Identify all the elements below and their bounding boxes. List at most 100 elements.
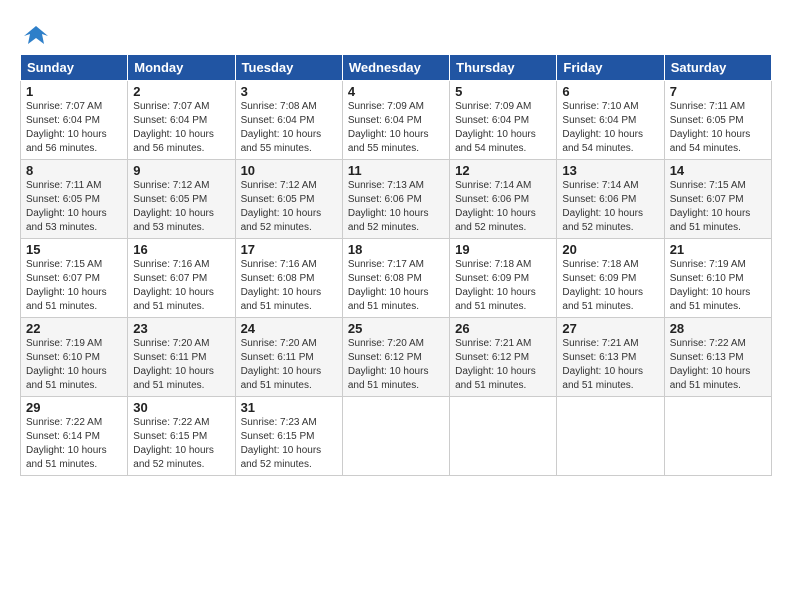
weekday-thursday: Thursday: [450, 55, 557, 81]
calendar-cell: 14Sunrise: 7:15 AM Sunset: 6:07 PM Dayli…: [664, 160, 771, 239]
day-number: 19: [455, 242, 551, 257]
calendar-cell: 18Sunrise: 7:17 AM Sunset: 6:08 PM Dayli…: [342, 239, 449, 318]
day-number: 16: [133, 242, 229, 257]
day-number: 26: [455, 321, 551, 336]
day-number: 24: [241, 321, 337, 336]
calendar-cell: 29Sunrise: 7:22 AM Sunset: 6:14 PM Dayli…: [21, 397, 128, 476]
day-number: 14: [670, 163, 766, 178]
day-info: Sunrise: 7:20 AM Sunset: 6:11 PM Dayligh…: [241, 337, 337, 393]
calendar-cell: 19Sunrise: 7:18 AM Sunset: 6:09 PM Dayli…: [450, 239, 557, 318]
day-number: 5: [455, 84, 551, 99]
calendar-cell: [450, 397, 557, 476]
calendar-cell: 12Sunrise: 7:14 AM Sunset: 6:06 PM Dayli…: [450, 160, 557, 239]
week-row-3: 15Sunrise: 7:15 AM Sunset: 6:07 PM Dayli…: [21, 239, 772, 318]
calendar-cell: 2Sunrise: 7:07 AM Sunset: 6:04 PM Daylig…: [128, 81, 235, 160]
day-info: Sunrise: 7:20 AM Sunset: 6:11 PM Dayligh…: [133, 337, 229, 393]
day-number: 2: [133, 84, 229, 99]
calendar-cell: [342, 397, 449, 476]
calendar-cell: 3Sunrise: 7:08 AM Sunset: 6:04 PM Daylig…: [235, 81, 342, 160]
calendar-cell: 24Sunrise: 7:20 AM Sunset: 6:11 PM Dayli…: [235, 318, 342, 397]
day-number: 21: [670, 242, 766, 257]
weekday-header-row: SundayMondayTuesdayWednesdayThursdayFrid…: [21, 55, 772, 81]
day-info: Sunrise: 7:23 AM Sunset: 6:15 PM Dayligh…: [241, 416, 337, 472]
day-number: 29: [26, 400, 122, 415]
header: [20, 18, 772, 46]
day-info: Sunrise: 7:22 AM Sunset: 6:14 PM Dayligh…: [26, 416, 122, 472]
calendar-cell: 27Sunrise: 7:21 AM Sunset: 6:13 PM Dayli…: [557, 318, 664, 397]
day-number: 15: [26, 242, 122, 257]
calendar-cell: 8Sunrise: 7:11 AM Sunset: 6:05 PM Daylig…: [21, 160, 128, 239]
day-info: Sunrise: 7:14 AM Sunset: 6:06 PM Dayligh…: [455, 179, 551, 235]
day-info: Sunrise: 7:18 AM Sunset: 6:09 PM Dayligh…: [562, 258, 658, 314]
calendar-cell: [557, 397, 664, 476]
calendar-cell: 17Sunrise: 7:16 AM Sunset: 6:08 PM Dayli…: [235, 239, 342, 318]
day-info: Sunrise: 7:11 AM Sunset: 6:05 PM Dayligh…: [26, 179, 122, 235]
day-info: Sunrise: 7:22 AM Sunset: 6:15 PM Dayligh…: [133, 416, 229, 472]
day-info: Sunrise: 7:21 AM Sunset: 6:12 PM Dayligh…: [455, 337, 551, 393]
day-number: 8: [26, 163, 122, 178]
weekday-wednesday: Wednesday: [342, 55, 449, 81]
calendar-cell: [664, 397, 771, 476]
day-info: Sunrise: 7:13 AM Sunset: 6:06 PM Dayligh…: [348, 179, 444, 235]
calendar-cell: 26Sunrise: 7:21 AM Sunset: 6:12 PM Dayli…: [450, 318, 557, 397]
calendar-cell: 23Sunrise: 7:20 AM Sunset: 6:11 PM Dayli…: [128, 318, 235, 397]
calendar-cell: 20Sunrise: 7:18 AM Sunset: 6:09 PM Dayli…: [557, 239, 664, 318]
day-info: Sunrise: 7:16 AM Sunset: 6:08 PM Dayligh…: [241, 258, 337, 314]
calendar-cell: 4Sunrise: 7:09 AM Sunset: 6:04 PM Daylig…: [342, 81, 449, 160]
day-info: Sunrise: 7:18 AM Sunset: 6:09 PM Dayligh…: [455, 258, 551, 314]
calendar-cell: 16Sunrise: 7:16 AM Sunset: 6:07 PM Dayli…: [128, 239, 235, 318]
calendar-cell: 1Sunrise: 7:07 AM Sunset: 6:04 PM Daylig…: [21, 81, 128, 160]
day-info: Sunrise: 7:09 AM Sunset: 6:04 PM Dayligh…: [348, 100, 444, 156]
day-number: 1: [26, 84, 122, 99]
calendar-cell: 13Sunrise: 7:14 AM Sunset: 6:06 PM Dayli…: [557, 160, 664, 239]
calendar-cell: 21Sunrise: 7:19 AM Sunset: 6:10 PM Dayli…: [664, 239, 771, 318]
day-number: 18: [348, 242, 444, 257]
calendar-cell: 22Sunrise: 7:19 AM Sunset: 6:10 PM Dayli…: [21, 318, 128, 397]
weekday-monday: Monday: [128, 55, 235, 81]
calendar-cell: 9Sunrise: 7:12 AM Sunset: 6:05 PM Daylig…: [128, 160, 235, 239]
calendar-cell: 31Sunrise: 7:23 AM Sunset: 6:15 PM Dayli…: [235, 397, 342, 476]
weekday-saturday: Saturday: [664, 55, 771, 81]
day-info: Sunrise: 7:17 AM Sunset: 6:08 PM Dayligh…: [348, 258, 444, 314]
day-number: 7: [670, 84, 766, 99]
week-row-5: 29Sunrise: 7:22 AM Sunset: 6:14 PM Dayli…: [21, 397, 772, 476]
calendar-cell: 5Sunrise: 7:09 AM Sunset: 6:04 PM Daylig…: [450, 81, 557, 160]
week-row-1: 1Sunrise: 7:07 AM Sunset: 6:04 PM Daylig…: [21, 81, 772, 160]
calendar-cell: 7Sunrise: 7:11 AM Sunset: 6:05 PM Daylig…: [664, 81, 771, 160]
day-number: 31: [241, 400, 337, 415]
day-number: 12: [455, 163, 551, 178]
calendar-cell: 10Sunrise: 7:12 AM Sunset: 6:05 PM Dayli…: [235, 160, 342, 239]
page: SundayMondayTuesdayWednesdayThursdayFrid…: [0, 0, 792, 486]
day-number: 3: [241, 84, 337, 99]
day-number: 10: [241, 163, 337, 178]
calendar-body: 1Sunrise: 7:07 AM Sunset: 6:04 PM Daylig…: [21, 81, 772, 476]
day-number: 13: [562, 163, 658, 178]
day-number: 30: [133, 400, 229, 415]
day-number: 11: [348, 163, 444, 178]
weekday-tuesday: Tuesday: [235, 55, 342, 81]
day-info: Sunrise: 7:21 AM Sunset: 6:13 PM Dayligh…: [562, 337, 658, 393]
logo: [20, 22, 50, 46]
day-info: Sunrise: 7:12 AM Sunset: 6:05 PM Dayligh…: [241, 179, 337, 235]
day-number: 6: [562, 84, 658, 99]
day-number: 4: [348, 84, 444, 99]
calendar-cell: 6Sunrise: 7:10 AM Sunset: 6:04 PM Daylig…: [557, 81, 664, 160]
logo-bird-icon: [22, 22, 50, 50]
day-number: 22: [26, 321, 122, 336]
day-info: Sunrise: 7:10 AM Sunset: 6:04 PM Dayligh…: [562, 100, 658, 156]
day-info: Sunrise: 7:14 AM Sunset: 6:06 PM Dayligh…: [562, 179, 658, 235]
day-info: Sunrise: 7:15 AM Sunset: 6:07 PM Dayligh…: [670, 179, 766, 235]
day-info: Sunrise: 7:09 AM Sunset: 6:04 PM Dayligh…: [455, 100, 551, 156]
day-info: Sunrise: 7:22 AM Sunset: 6:13 PM Dayligh…: [670, 337, 766, 393]
day-number: 25: [348, 321, 444, 336]
day-number: 27: [562, 321, 658, 336]
calendar-table: SundayMondayTuesdayWednesdayThursdayFrid…: [20, 54, 772, 476]
day-info: Sunrise: 7:15 AM Sunset: 6:07 PM Dayligh…: [26, 258, 122, 314]
calendar-cell: 15Sunrise: 7:15 AM Sunset: 6:07 PM Dayli…: [21, 239, 128, 318]
calendar-cell: 30Sunrise: 7:22 AM Sunset: 6:15 PM Dayli…: [128, 397, 235, 476]
day-info: Sunrise: 7:20 AM Sunset: 6:12 PM Dayligh…: [348, 337, 444, 393]
week-row-2: 8Sunrise: 7:11 AM Sunset: 6:05 PM Daylig…: [21, 160, 772, 239]
day-info: Sunrise: 7:12 AM Sunset: 6:05 PM Dayligh…: [133, 179, 229, 235]
day-number: 28: [670, 321, 766, 336]
day-number: 17: [241, 242, 337, 257]
